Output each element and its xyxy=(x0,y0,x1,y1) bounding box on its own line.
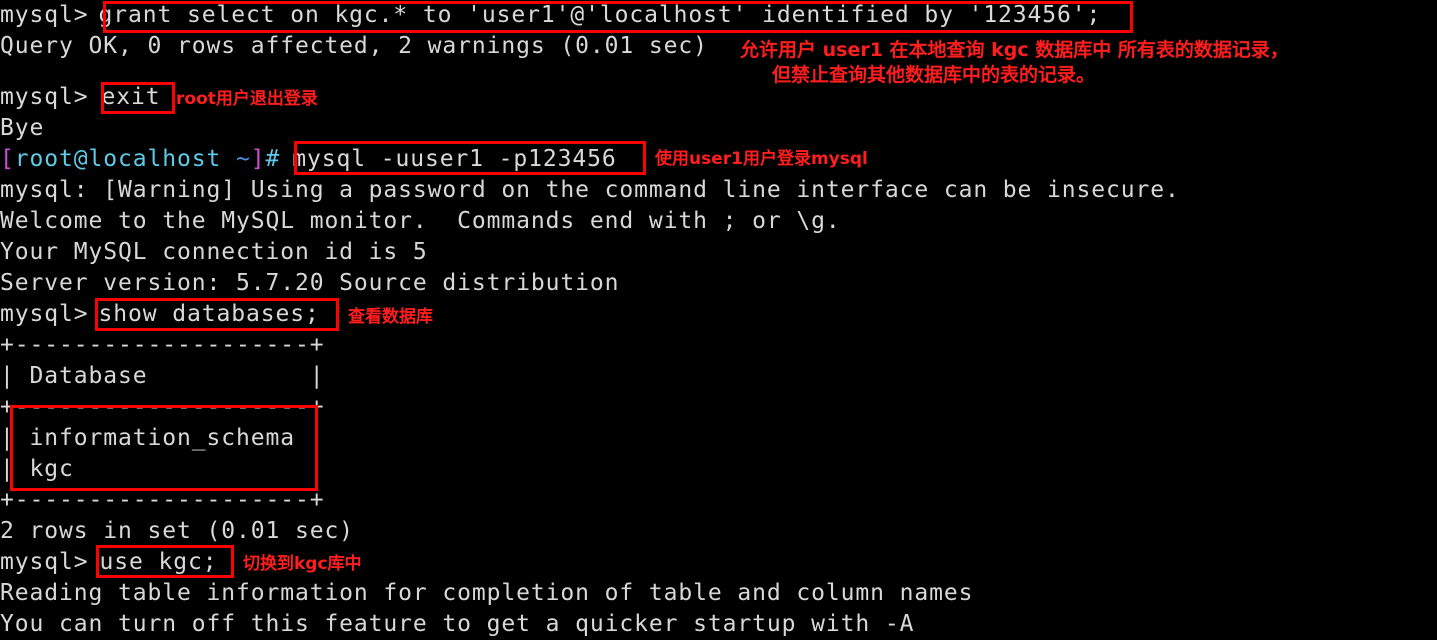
table-separator-middle: +--------------------+ xyxy=(0,394,325,420)
table-separator-top: +--------------------+ xyxy=(0,332,325,358)
prompt-bracket-open: [ xyxy=(0,146,15,172)
terminal-line-welcome: Welcome to the MySQL monitor. Commands e… xyxy=(0,208,841,234)
terminal-line-connection-id: Your MySQL connection id is 5 xyxy=(0,239,428,265)
show-databases-command-text: show databases; xyxy=(98,301,320,327)
usekgc-note: 切换到kgc库中 xyxy=(243,554,362,574)
prompt-hash: # xyxy=(265,146,281,172)
mysql-prompt: mysql> xyxy=(0,84,89,110)
login-note: 使用user1用户登录mysql xyxy=(655,149,868,169)
grant-note-line-1: 允许用户 user1 在本地查询 kgc 数据库中 所有表的数据记录， xyxy=(740,39,1289,61)
terminal-line-rows-in-set: 2 rows in set (0.01 sec) xyxy=(0,518,354,544)
prompt-cwd-tilde: ~ xyxy=(221,146,251,172)
mysql-prompt: mysql> xyxy=(0,549,89,575)
showdb-note: 查看数据库 xyxy=(348,307,433,327)
mysql-prompt: mysql> xyxy=(0,301,89,327)
terminal-line-exit: mysql> exit xyxy=(0,82,160,113)
terminal-line-server-version: Server version: 5.7.20 Source distributi… xyxy=(0,270,620,296)
terminal-window[interactable]: mysql> grant select on kgc.* to 'user1'@'… xyxy=(0,0,1437,637)
mysql-login-command-text: mysql -uuser1 -p123456 xyxy=(292,146,617,172)
use-kgc-command-text: use kgc; xyxy=(99,549,218,575)
terminal-line-grant: mysql> grant select on kgc.* to 'user1'@'… xyxy=(0,0,1101,31)
terminal-line-turn-off-feature: You can turn off this feature to get a q… xyxy=(0,611,915,637)
terminal-line-show-databases: mysql> show databases; xyxy=(0,299,320,330)
prompt-user-host: root@localhost xyxy=(14,146,222,172)
terminal-line-query-ok: Query OK, 0 rows affected, 2 warnings (0… xyxy=(0,33,708,59)
table-row: | information_schema | xyxy=(0,425,325,451)
table-separator-bottom: +--------------------+ xyxy=(0,487,325,513)
terminal-line-use-kgc: mysql> use kgc; xyxy=(0,547,217,578)
terminal-line-bye: Bye xyxy=(0,115,45,141)
prompt-bracket-close: ] xyxy=(250,146,266,172)
grant-command-text: grant select on kgc.* to 'user1'@'localh… xyxy=(98,2,1102,28)
terminal-line-reading-table-info: Reading table information for completion… xyxy=(0,580,974,606)
exit-note: root用户退出登录 xyxy=(176,89,318,109)
terminal-line-warning: mysql: [Warning] Using a password on the… xyxy=(0,177,1180,203)
mysql-prompt: mysql> xyxy=(0,2,89,28)
table-header-row: | Database | xyxy=(0,363,325,389)
exit-command-text: exit xyxy=(101,84,161,110)
grant-note-line-2: 但禁止查询其他数据库中的表的记录。 xyxy=(772,64,1096,86)
terminal-line-shell-login: [root@localhost ~]# mysql -uuser1 -p12345… xyxy=(0,144,617,175)
table-row: | kgc | xyxy=(0,456,325,482)
